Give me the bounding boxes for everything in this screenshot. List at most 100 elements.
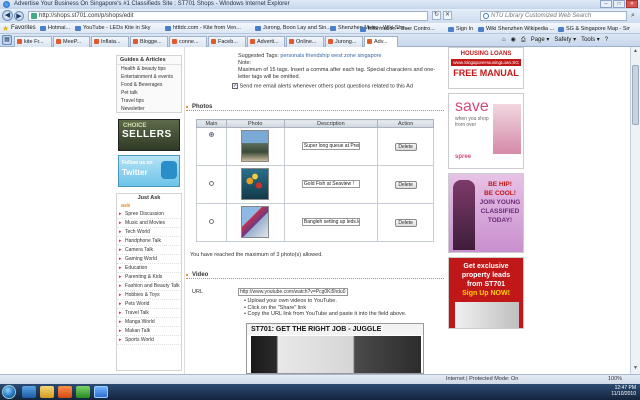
forum-link[interactable]: Manga World	[117, 318, 181, 327]
zoom-level[interactable]: 100%	[608, 375, 622, 384]
photo-description-input[interactable]: Bangleh setting up leds.kg	[301, 217, 360, 226]
property-leads-ad[interactable]: Get exclusive property leads from ST701 …	[448, 257, 524, 329]
video-player[interactable]: ST701: GET THE RIGHT JOB - JUGGLE	[246, 323, 424, 374]
guide-link[interactable]: Entertainment & events	[117, 73, 181, 81]
tab[interactable]: Faceb...	[208, 36, 246, 47]
forum-link[interactable]: Travel Talk	[117, 309, 181, 318]
tab[interactable]: MeeP...	[53, 36, 90, 47]
table-row: Bangleh setting up leds.kg Delete	[196, 203, 434, 242]
back-button[interactable]: ◀	[2, 10, 13, 21]
just-ask-heading: Just Ask	[137, 195, 161, 201]
choice-sellers-banner[interactable]: CHOICE SELLERS	[118, 119, 180, 151]
delete-photo-button[interactable]: Delete	[394, 142, 417, 151]
safety-menu[interactable]: Safety ▾	[554, 35, 576, 46]
left-sidebar: Guides & Articles Health & beauty tips E…	[112, 47, 185, 374]
tools-menu[interactable]: Tools ▾	[581, 35, 600, 46]
email-alert-checkbox[interactable]: ✓	[232, 83, 238, 89]
suggested-tags[interactable]: personals friendship west zone singapore	[280, 53, 381, 59]
minimize-button[interactable]: –	[600, 0, 612, 8]
table-row: Gold Fish at Seaview ! Delete	[196, 165, 434, 204]
forum-link[interactable]: Handphone Talk	[117, 237, 181, 246]
guide-link[interactable]: Pet talk	[117, 89, 181, 97]
ie-taskbar-icon[interactable]	[22, 386, 36, 398]
video-url-input[interactable]: http://www.youtube.com/watch?v=Pcg0Ki5hd…	[238, 288, 348, 296]
forum-link[interactable]: Fashion and Beauty Talk	[117, 282, 181, 291]
refresh-icon[interactable]: ↻	[432, 11, 441, 20]
ie-icon	[3, 1, 10, 8]
forum-link[interactable]: Makan Talk	[117, 327, 181, 336]
explorer-taskbar-icon[interactable]	[40, 386, 54, 398]
delete-photo-button[interactable]: Delete	[394, 180, 417, 189]
tab[interactable]: Blogge...	[130, 36, 168, 47]
housing-loan-ad[interactable]: HOUSING LOANS www.SingaporeHousingLoan.S…	[448, 47, 524, 89]
forum-link[interactable]: Pets World	[117, 300, 181, 309]
favorites-button[interactable]: ★ Favorites	[2, 24, 36, 33]
home-icon[interactable]: ⌂	[502, 35, 506, 46]
guide-link[interactable]: Newsletter	[117, 105, 181, 113]
start-button[interactable]	[2, 385, 16, 399]
main-photo-radio[interactable]	[208, 132, 214, 137]
forum-link[interactable]: Sports World	[117, 336, 181, 345]
forum-link[interactable]: Education	[117, 264, 181, 273]
favorite-link[interactable]: Hotmai...	[40, 24, 70, 33]
vertical-scrollbar[interactable]: ▲ ▼	[630, 47, 640, 374]
stop-icon[interactable]: ✕	[443, 11, 452, 20]
help-icon[interactable]: ?	[605, 35, 608, 46]
favorite-link[interactable]: Jurong, Boon Lay and Sin...	[255, 24, 331, 33]
scroll-down-icon[interactable]: ▼	[632, 365, 639, 373]
forum-link[interactable]: Tech World	[117, 228, 181, 237]
spree-ad[interactable]: save when you shop from over spree	[448, 93, 524, 169]
page-menu[interactable]: Page ▾	[531, 35, 550, 46]
photo-description-input[interactable]: Super long queue at Prem	[301, 141, 360, 150]
search-input[interactable]: NTU Library Customized Web Search	[480, 11, 627, 21]
twitter-banner[interactable]: Follow us on Twitter	[118, 155, 180, 187]
forum-link[interactable]: Spree Discussion	[117, 210, 181, 219]
photos-table: Main Photo Description Action Super long…	[196, 119, 434, 242]
main-panel: Suggested Tags: personals friendship wes…	[186, 47, 444, 374]
forum-link[interactable]: Music and Movies	[117, 219, 181, 228]
clock-date[interactable]: 11/10/2010	[546, 391, 636, 397]
tab[interactable]: Online...	[286, 36, 324, 47]
favorite-link[interactable]: SG & Singapore Map - Sin...	[558, 25, 630, 33]
maximize-button[interactable]: □	[613, 0, 625, 8]
media-taskbar-icon[interactable]	[58, 386, 72, 398]
favorite-link[interactable]: htttdc.com - Kite from Ven...	[165, 24, 241, 33]
close-button[interactable]: ✕	[626, 0, 638, 8]
security-zone: Internet | Protected Mode: On	[446, 376, 519, 382]
photo-description-input[interactable]: Gold Fish at Seaview !	[301, 179, 360, 188]
forward-button[interactable]: ▶	[14, 11, 24, 21]
ie-active-taskbar-icon[interactable]	[94, 386, 108, 398]
feeds-icon[interactable]: ◉	[511, 35, 516, 46]
guide-link[interactable]: Travel tips	[117, 97, 181, 105]
print-icon[interactable]: ⎙	[521, 35, 526, 46]
tab[interactable]: Jurong...	[325, 36, 363, 47]
forum-link[interactable]: Hobbies & Toys	[117, 291, 181, 300]
guide-link[interactable]: Food & Beverages	[117, 81, 181, 89]
favorite-link[interactable]: Sign In	[448, 25, 473, 33]
sellers-label: SELLERS	[122, 129, 172, 140]
forum-link[interactable]: Parenting & Kids	[117, 273, 181, 282]
quick-tabs-icon[interactable]: ▦	[2, 35, 12, 45]
main-photo-radio[interactable]	[208, 219, 214, 224]
favorite-link[interactable]: Wiki Shenzhen Wikipedia ...	[478, 25, 554, 33]
scroll-thumb[interactable]	[632, 65, 639, 125]
guide-link[interactable]: Health & beauty tips	[117, 65, 181, 73]
app-taskbar-icon[interactable]	[76, 386, 90, 398]
favorite-link[interactable]: YouTube - LEDs Kite in Sky	[75, 24, 150, 33]
tab[interactable]: kite Fr...	[14, 36, 52, 47]
tab[interactable]: Adverti...	[247, 36, 285, 47]
tab[interactable]: Inflata...	[91, 36, 129, 47]
favorite-link[interactable]: Information • User Contro...	[360, 25, 435, 33]
young-classified-ad[interactable]: BE HIP! BE COOL! JOIN YOUNG CLASSIFIED T…	[448, 173, 524, 253]
delete-photo-button[interactable]: Delete	[394, 218, 417, 227]
url-label: URL	[192, 289, 204, 295]
search-button[interactable]: ⌕	[628, 11, 638, 21]
tab[interactable]: conne...	[169, 36, 207, 47]
main-photo-radio[interactable]	[208, 181, 214, 186]
scroll-up-icon[interactable]: ▲	[632, 48, 639, 56]
address-bar[interactable]: http://shops.st701.com/p/shops/edit	[28, 11, 428, 21]
forum-link[interactable]: Gaming World	[117, 255, 181, 264]
forum-link[interactable]: Camera Talk	[117, 246, 181, 255]
ad4-text: Get exclusive property leads from ST701 …	[461, 263, 511, 297]
tab-active[interactable]: Adv...	[364, 36, 398, 47]
